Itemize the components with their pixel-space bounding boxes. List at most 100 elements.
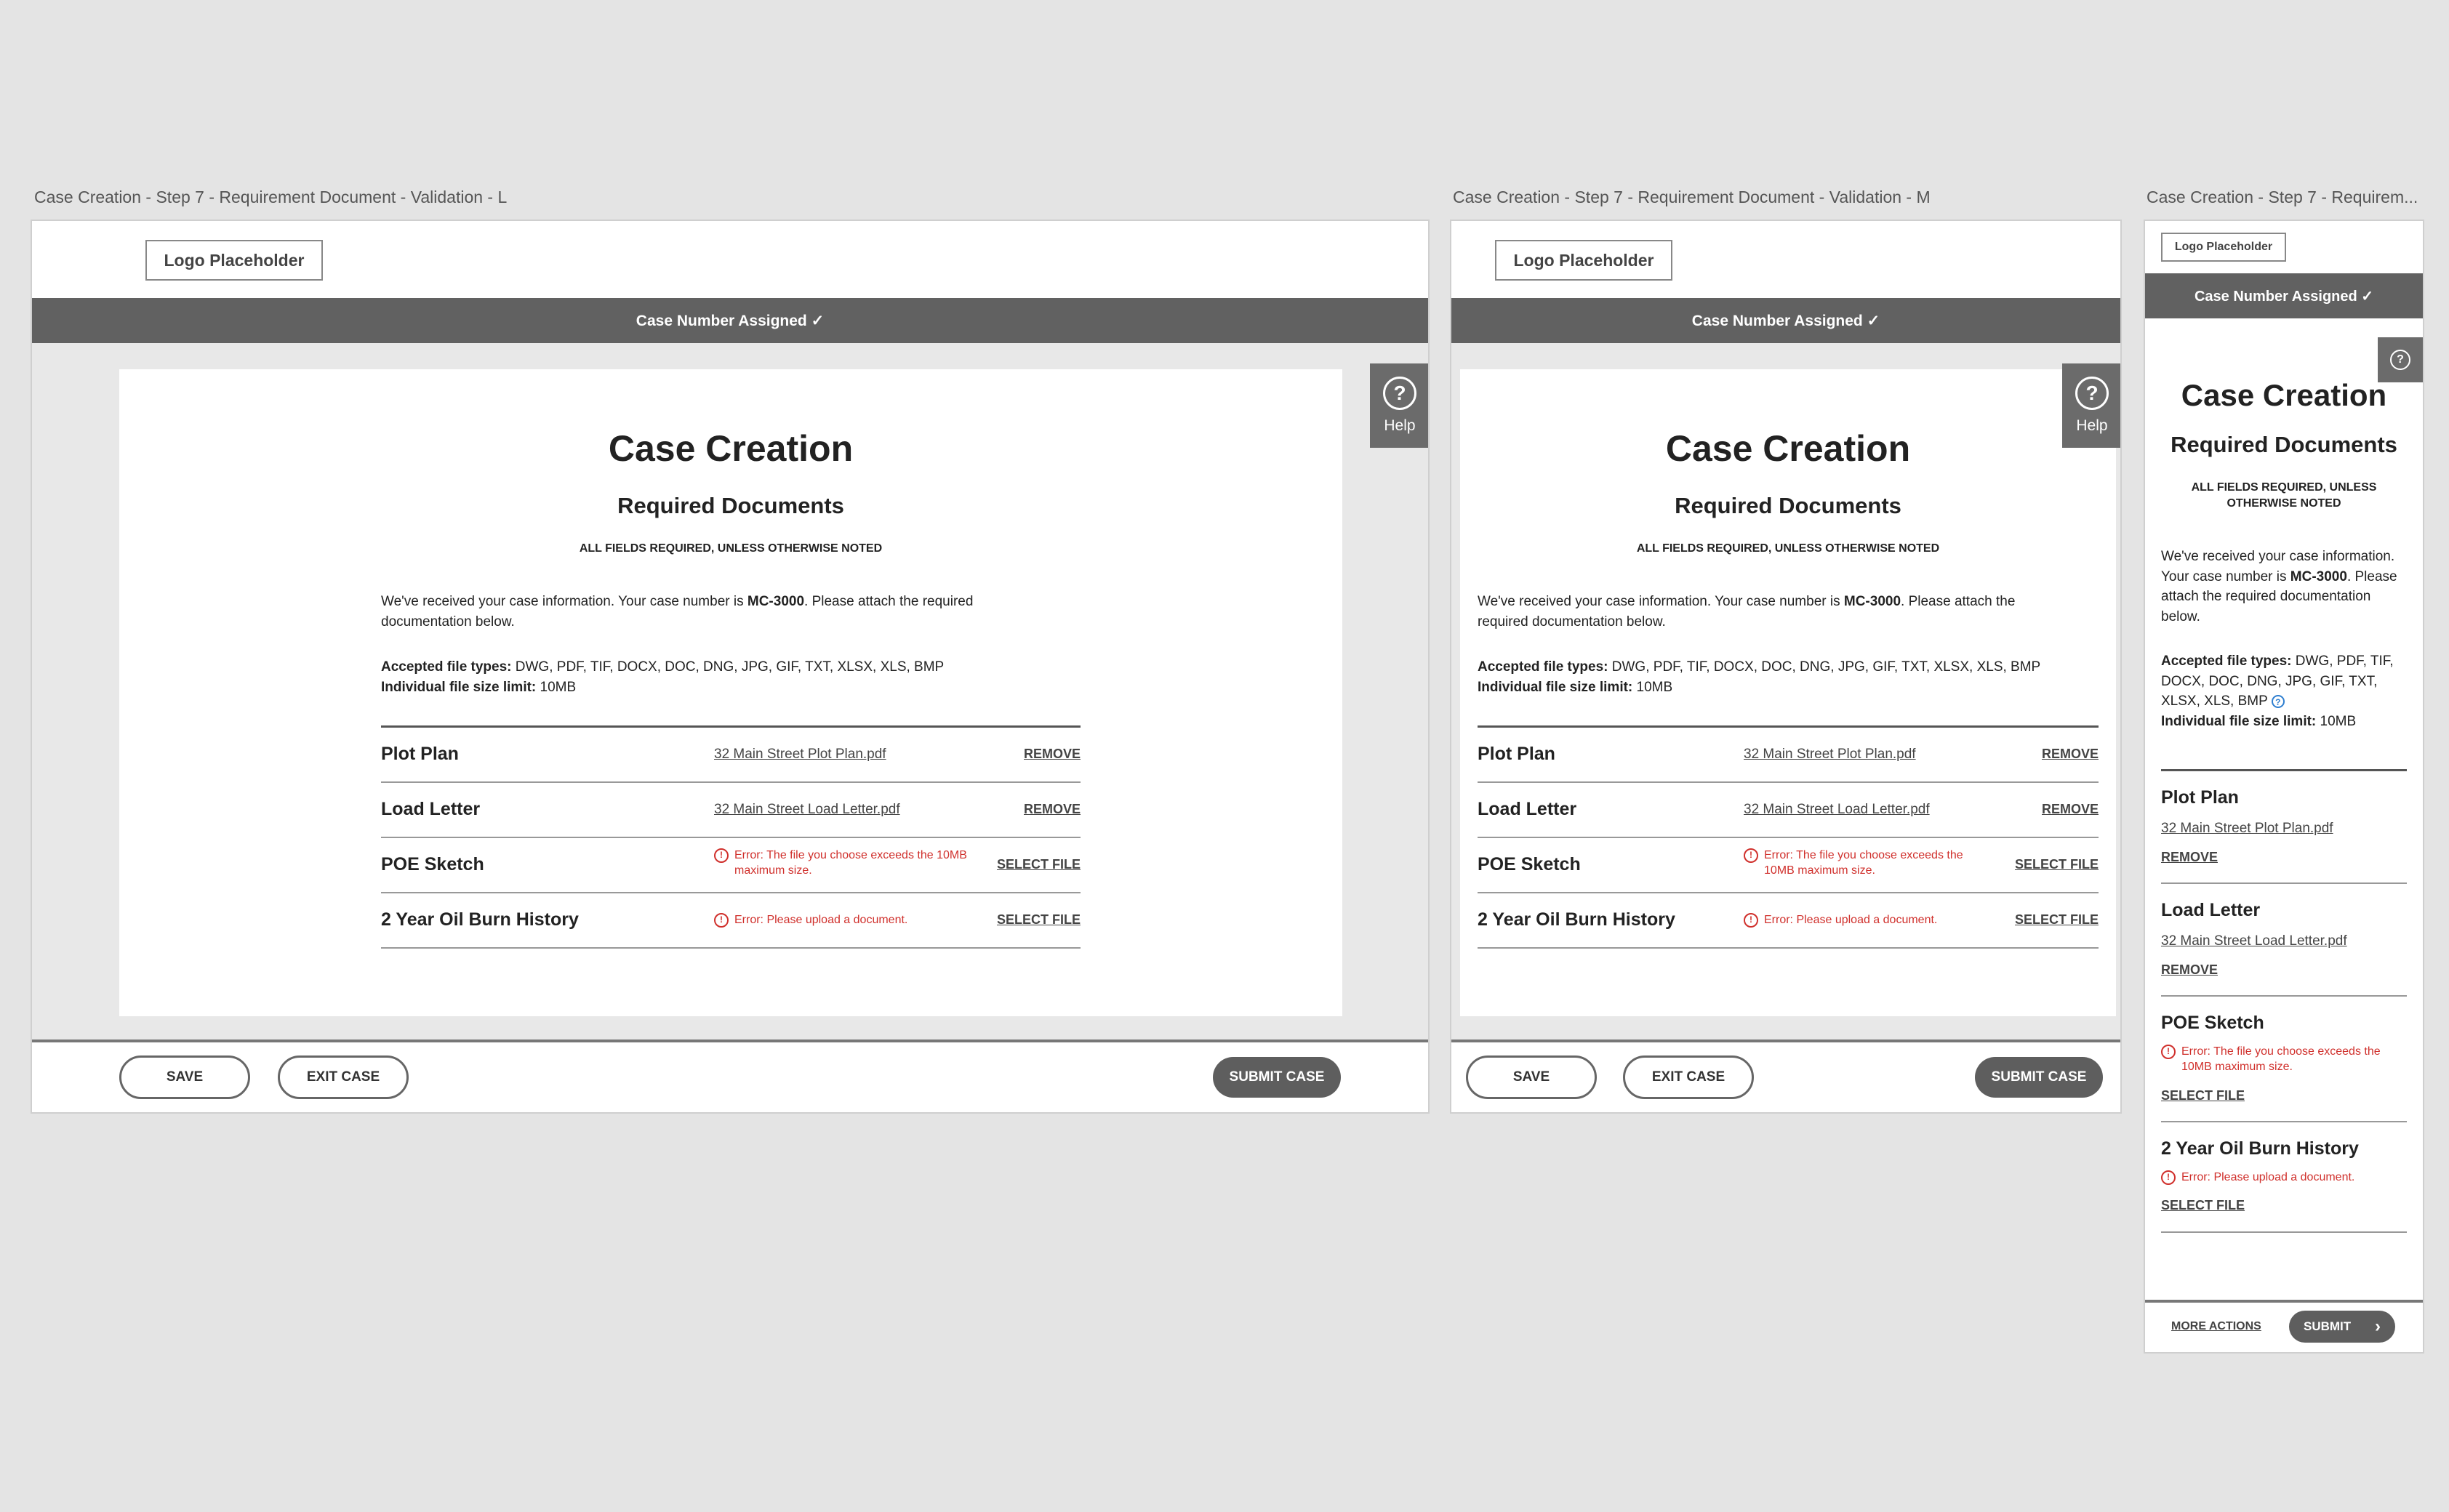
error-text: Error: The file you choose exceeds the 1…	[1764, 849, 1963, 877]
size-limit-value: 10MB	[1632, 679, 1673, 695]
document-name: POE Sketch	[1478, 854, 1581, 874]
size-limit-label: Individual file size limit:	[2161, 713, 2317, 729]
save-button[interactable]: SAVE	[1466, 1055, 1597, 1099]
submit-label: SUBMIT	[2304, 1319, 2352, 1333]
error-text: Error: The file you choose exceeds the 1…	[2181, 1045, 2381, 1073]
uploaded-file-link[interactable]: 32 Main Street Load Letter.pdf	[1744, 802, 1930, 818]
help-label: Help	[2076, 417, 2108, 434]
document-name: 2 Year Oil Burn History	[2161, 1138, 2359, 1159]
error-text: Error: The file you choose exceeds the 1…	[734, 849, 967, 877]
remove-button[interactable]: REMOVE	[1024, 802, 1081, 817]
main-card: Case Creation Required Documents ALL FIE…	[1460, 369, 2116, 1016]
size-limit: Individual file size limit: 10MB	[2161, 712, 2408, 732]
section-subtitle: Required Documents	[1675, 493, 1901, 518]
error-text: Error: Please upload a document.	[1764, 914, 1938, 926]
required-note: ALL FIELDS REQUIRED, UNLESS OTHERWISE NO…	[1636, 542, 1940, 555]
remove-button[interactable]: REMOVE	[2161, 962, 2218, 978]
exit-case-button[interactable]: EXIT CASE	[278, 1055, 409, 1099]
file-info: Accepted file types: DWG, PDF, TIF, DOCX…	[381, 657, 1035, 697]
error-icon: !	[1744, 913, 1758, 928]
remove-button[interactable]: REMOVE	[2042, 747, 2099, 762]
help-icon: ?	[2075, 377, 2109, 410]
intro-text: We've received your case information. Yo…	[1478, 592, 2052, 632]
intro-text-before: We've received your case information. Yo…	[381, 594, 747, 609]
document-name: Load Letter	[2161, 900, 2261, 920]
footer-bar: SAVE EXIT CASE SUBMIT CASE	[32, 1040, 1428, 1112]
uploaded-file-link[interactable]: 32 Main Street Load Letter.pdf	[2161, 933, 2347, 949]
submit-button[interactable]: SUBMIT ›	[2289, 1311, 2395, 1343]
intro-text: We've received your case information. Yo…	[381, 592, 1021, 632]
error-message: ! Error: Please upload a document.	[2161, 1170, 2407, 1186]
help-button[interactable]: ?	[2378, 337, 2423, 382]
select-file-button[interactable]: SELECT FILE	[2161, 1198, 2245, 1213]
select-file-button[interactable]: SELECT FILE	[2161, 1088, 2245, 1103]
size-limit: Individual file size limit: 10MB	[381, 677, 1035, 698]
uploaded-file-link[interactable]: 32 Main Street Plot Plan.pdf	[2161, 821, 2333, 837]
accepted-label: Accepted file types:	[381, 659, 512, 675]
logo-placeholder: Logo Placeholder	[1495, 240, 1672, 281]
documents-list: Plot Plan 32 Main Street Plot Plan.pdf R…	[1478, 725, 2099, 949]
document-row-poe-sketch: POE Sketch ! Error: The file you choose e…	[381, 838, 1081, 893]
accepted-value: DWG, PDF, TIF, DOCX, DOC, DNG, JPG, GIF,…	[1608, 659, 2041, 675]
select-file-button[interactable]: SELECT FILE	[997, 857, 1081, 872]
document-row-load-letter: Load Letter 32 Main Street Load Letter.p…	[381, 783, 1081, 838]
file-info: Accepted file types: DWG, PDF, TIF, DOCX…	[1478, 657, 2103, 697]
page-title: Case Creation	[2181, 378, 2387, 412]
file-info: Accepted file types: DWG, PDF, TIF, DOCX…	[2161, 651, 2408, 731]
save-button[interactable]: SAVE	[119, 1055, 250, 1099]
accepted-value: DWG, PDF, TIF, DOCX, DOC, DNG, JPG, GIF,…	[511, 659, 945, 675]
uploaded-file-link[interactable]: 32 Main Street Plot Plan.pdf	[1744, 747, 1916, 763]
frame-large: Logo Placeholder Case Number Assigned ✓ …	[31, 220, 1430, 1114]
remove-button[interactable]: REMOVE	[2161, 850, 2218, 865]
document-row-oil-burn-history: 2 Year Oil Burn History ! Error: Please u…	[2161, 1122, 2407, 1233]
size-limit: Individual file size limit: 10MB	[1478, 677, 2103, 698]
chevron-right-icon: ›	[2375, 1316, 2381, 1336]
submit-case-button[interactable]: SUBMIT CASE	[1213, 1057, 1341, 1098]
error-message: ! Error: The file you choose exceeds the …	[714, 848, 976, 879]
required-note: ALL FIELDS REQUIRED, UNLESS OTHERWISE NO…	[579, 542, 883, 555]
error-message: ! Error: The file you choose exceeds the …	[2161, 1045, 2407, 1075]
remove-button[interactable]: REMOVE	[2042, 802, 2099, 817]
document-name: Plot Plan	[2161, 787, 2239, 808]
error-icon: !	[2161, 1045, 2176, 1059]
footer-bar: SAVE EXIT CASE SUBMIT CASE	[1451, 1040, 2120, 1112]
help-icon: ?	[2390, 350, 2410, 370]
documents-list: Plot Plan 32 Main Street Plot Plan.pdf R…	[2161, 769, 2407, 1233]
document-name: Load Letter	[381, 799, 481, 819]
footer-bar: MORE ACTIONS SUBMIT ›	[2145, 1300, 2423, 1352]
size-limit-label: Individual file size limit:	[381, 679, 537, 695]
section-subtitle: Required Documents	[617, 493, 844, 518]
error-message: ! Error: The file you choose exceeds the …	[1744, 848, 1984, 879]
page-title: Case Creation	[1665, 428, 1911, 469]
select-file-button[interactable]: SELECT FILE	[2015, 857, 2099, 872]
document-name: Plot Plan	[1478, 744, 1555, 764]
error-message: ! Error: Please upload a document.	[714, 913, 976, 928]
info-icon[interactable]: ?	[2271, 695, 2285, 709]
more-actions-link[interactable]: MORE ACTIONS	[2171, 1320, 2261, 1333]
select-file-button[interactable]: SELECT FILE	[997, 912, 1081, 928]
document-name: 2 Year Oil Burn History	[1478, 909, 1675, 930]
error-message: ! Error: Please upload a document.	[1744, 913, 1984, 928]
uploaded-file-link[interactable]: 32 Main Street Plot Plan.pdf	[714, 747, 886, 763]
error-text: Error: Please upload a document.	[2181, 1171, 2355, 1183]
section-subtitle: Required Documents	[2171, 432, 2397, 457]
select-file-button[interactable]: SELECT FILE	[2015, 912, 2099, 928]
uploaded-file-link[interactable]: 32 Main Street Load Letter.pdf	[714, 802, 900, 818]
frame-label-medium: Case Creation - Step 7 - Requirement Doc…	[1453, 188, 1931, 206]
size-limit-label: Individual file size limit:	[1478, 679, 1633, 695]
document-row-poe-sketch: POE Sketch ! Error: The file you choose e…	[1478, 838, 2099, 893]
main-card: Case Creation Required Documents ALL FIE…	[119, 369, 1342, 1016]
frame-small: Logo Placeholder Case Number Assigned ✓ …	[2144, 220, 2424, 1354]
submit-case-button[interactable]: SUBMIT CASE	[1975, 1057, 2103, 1098]
logo-placeholder: Logo Placeholder	[145, 240, 323, 281]
required-note: ALL FIELDS REQUIRED, UNLESS OTHERWISE NO…	[2191, 481, 2377, 510]
case-number-banner: Case Number Assigned ✓	[1451, 298, 2120, 343]
accepted-file-types: Accepted file types: DWG, PDF, TIF, DOCX…	[1478, 657, 2103, 677]
document-row-plot-plan: Plot Plan 32 Main Street Plot Plan.pdf R…	[2161, 771, 2407, 884]
document-name: Plot Plan	[381, 744, 459, 764]
exit-case-button[interactable]: EXIT CASE	[1623, 1055, 1754, 1099]
document-name: POE Sketch	[381, 854, 484, 874]
help-button[interactable]: ? Help	[2062, 363, 2120, 448]
help-button[interactable]: ? Help	[1370, 363, 1428, 448]
remove-button[interactable]: REMOVE	[1024, 747, 1081, 762]
